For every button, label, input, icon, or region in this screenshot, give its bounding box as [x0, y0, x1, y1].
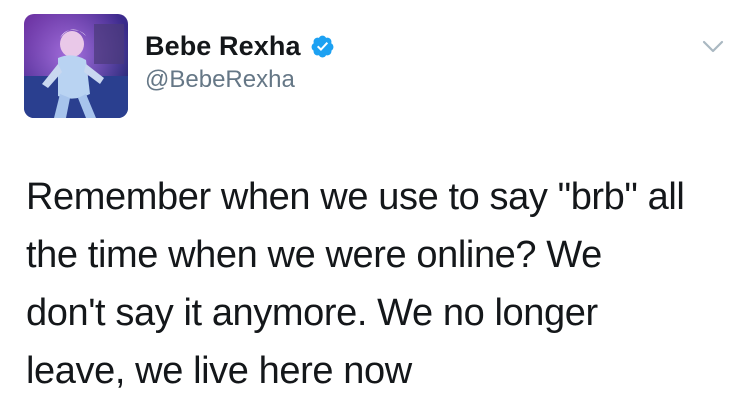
author-handle[interactable]: @BebeRexha: [145, 66, 335, 94]
avatar[interactable]: [24, 14, 128, 118]
tweet-text-line: don't say it anymore. We no longer: [26, 292, 598, 334]
author-display-name[interactable]: Bebe Rexha: [145, 31, 301, 62]
tweet-text-line: leave, we live here now: [26, 350, 412, 392]
tweet-card: Bebe Rexha @BebeRexha Remember when we u…: [0, 0, 732, 407]
author-name-row: Bebe Rexha: [145, 30, 335, 62]
verified-badge-icon: [310, 34, 335, 59]
author-info[interactable]: Bebe Rexha @BebeRexha: [145, 30, 335, 94]
profile-photo-image: [24, 14, 128, 118]
tweet-text-line: Remember when we use to say "brb" all: [26, 176, 685, 218]
tweet-text-line: the time when we were online? We: [26, 234, 602, 276]
chevron-down-icon[interactable]: [702, 40, 724, 54]
tweet-text: Remember when we use to say "brb" all th…: [26, 168, 726, 400]
